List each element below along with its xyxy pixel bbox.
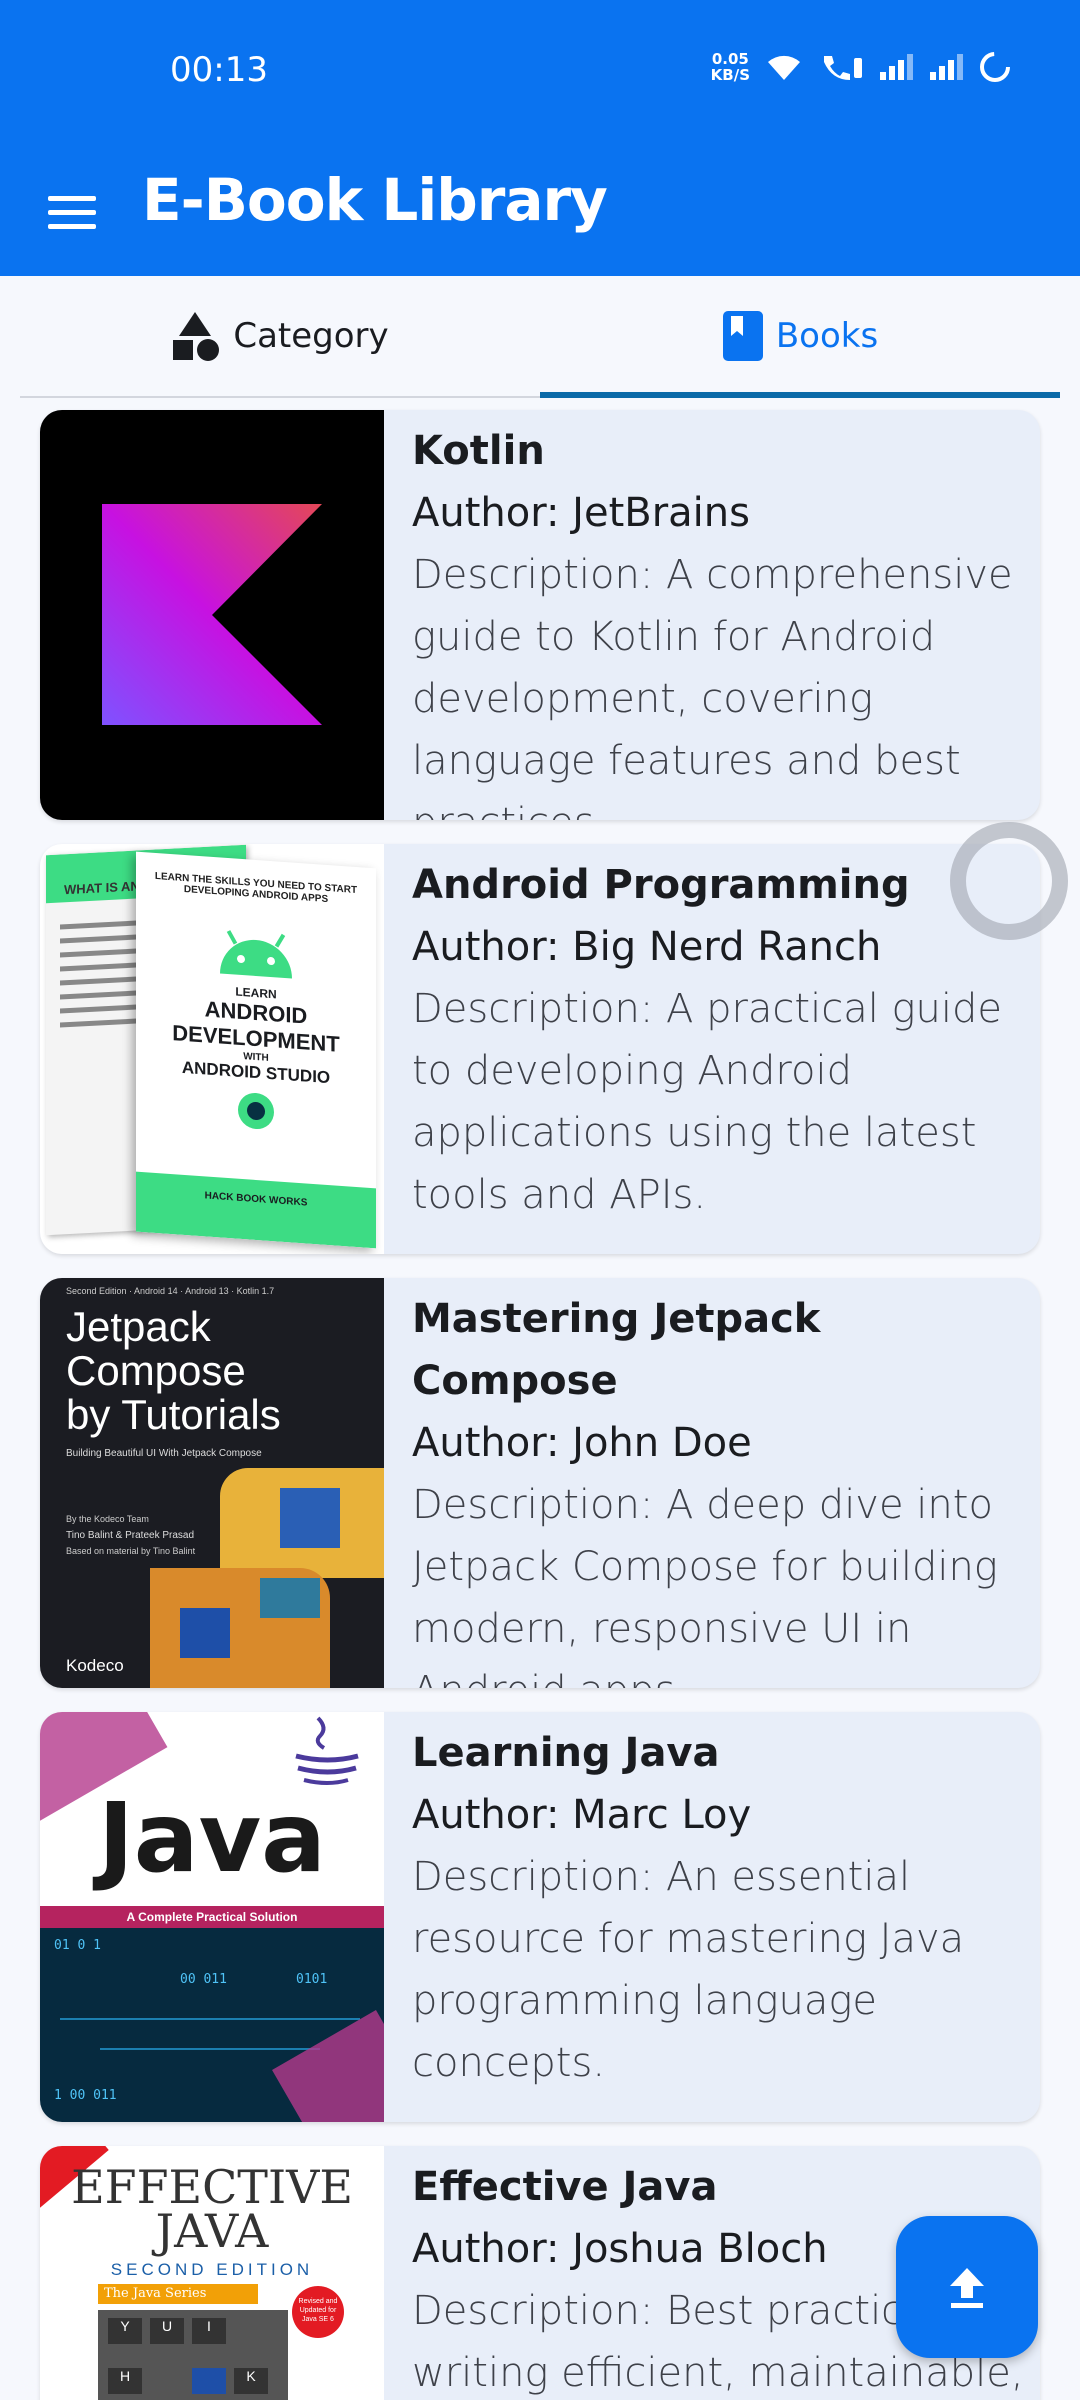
- cover-tagline: A Complete Practical Solution: [126, 1910, 298, 1924]
- cover-authors: By the Kodeco Team: [66, 1514, 149, 1524]
- book-cover-kotlin: [40, 410, 384, 820]
- android-robot-icon: [220, 930, 292, 979]
- cover-badge: Revised and Updated for Java SE 6: [292, 2286, 344, 2338]
- cover-line3: by Tutorials: [66, 1391, 281, 1438]
- book-title: Android Programming: [412, 862, 910, 908]
- book-cover-compose: Second Edition · Android 14 · Android 13…: [40, 1278, 384, 1688]
- book-info: Mastering Jetpack Compose Author: John D…: [412, 1288, 1024, 1688]
- status-icons: 0.05 KB/S: [711, 50, 1012, 84]
- book-author: Author: Big Nerd Ranch: [412, 924, 882, 970]
- cover-circuit: 01 0 1 00 011 0101 1 00 011: [40, 1928, 384, 2122]
- book-author: Author: Marc Loy: [412, 1792, 752, 1838]
- book-title: Kotlin: [412, 428, 545, 474]
- book-card-kotlin[interactable]: Kotlin Author: JetBrains Description: A …: [40, 410, 1040, 820]
- tab-category[interactable]: Category: [20, 276, 540, 396]
- signal-2-icon: [930, 54, 963, 80]
- cover-front-book: LEARN THE SKILLS YOU NEED TO START DEVEL…: [136, 851, 376, 1249]
- upload-fab[interactable]: [896, 2216, 1038, 2358]
- book-card-android[interactable]: WHAT IS AN LEARN THE SKILLS YOU NEED TO …: [40, 844, 1040, 1254]
- battery-icon: [980, 52, 1010, 82]
- book-author: Author: John Doe: [412, 1420, 752, 1466]
- book-description: Description: A comprehensive guide to Ko…: [412, 552, 1013, 820]
- book-cover-java: Java A Complete Practical Solution 01 0 …: [40, 1712, 384, 2122]
- cover-top-text: LEARN THE SKILLS YOU NEED TO START DEVEL…: [154, 870, 358, 906]
- cover-band: A Complete Practical Solution: [40, 1906, 384, 1928]
- app-title: E-Book Library: [142, 166, 608, 234]
- upload-icon: [950, 2268, 984, 2308]
- cover-subtitle: Building Beautiful UI With Jetpack Compo…: [66, 1448, 262, 1459]
- book-author: Author: JetBrains: [412, 490, 750, 536]
- cover-edition: SECOND EDITION: [110, 2260, 314, 2279]
- touch-indicator: [950, 822, 1068, 940]
- cover-line2: Compose: [66, 1347, 246, 1394]
- network-speed: 0.05 KB/S: [710, 50, 750, 84]
- call-icon: [824, 56, 862, 80]
- cover-line2: JAVA: [155, 2204, 269, 2258]
- menu-icon: [48, 195, 96, 201]
- book-title: Mastering Jetpack Compose: [412, 1296, 821, 1404]
- menu-button[interactable]: [36, 176, 108, 248]
- cover-title: Java: [98, 1782, 326, 1894]
- book-description: Description: A practical guide to develo…: [412, 986, 1003, 1218]
- status-time: 00:13: [170, 50, 268, 90]
- book-card-compose[interactable]: Second Edition · Android 14 · Android 13…: [40, 1278, 1040, 1688]
- cover-series: The Java Series: [104, 2286, 207, 2301]
- book-title: Learning Java: [412, 1730, 720, 1776]
- tab-books[interactable]: Books: [540, 276, 1060, 398]
- android-studio-icon: [238, 1092, 274, 1130]
- book-cover-android: WHAT IS AN LEARN THE SKILLS YOU NEED TO …: [40, 844, 384, 1254]
- cover-edition: Second Edition · Android 14 · Android 13…: [66, 1286, 275, 1296]
- book-card-effective-java[interactable]: EFFECTIVE JAVA SECOND EDITION The Java S…: [40, 2146, 1040, 2400]
- book-card-java[interactable]: Java A Complete Practical Solution 01 0 …: [40, 1712, 1040, 2122]
- kotlin-logo: [102, 504, 322, 725]
- book-title: Effective Java: [412, 2164, 718, 2210]
- cover-line1: Jetpack: [66, 1303, 211, 1350]
- book-icon: [722, 311, 763, 361]
- shapes-icon: [173, 312, 220, 361]
- book-cover-effective-java: EFFECTIVE JAVA SECOND EDITION The Java S…: [40, 2146, 384, 2400]
- book-description: Description: A deep dive into Jetpack Co…: [412, 1482, 998, 1688]
- tab-category-label: Category: [233, 316, 389, 356]
- status-bar: 00:13 0.05 KB/S: [0, 0, 1080, 140]
- cover-keyboard: Y U I H K: [98, 2310, 288, 2400]
- book-info: Kotlin Author: JetBrains Description: A …: [412, 420, 1024, 820]
- cover-publisher: HACK BOOK WORKS: [204, 1190, 308, 1209]
- signal-1-icon: [880, 54, 913, 80]
- book-description: Description: An essential resource for m…: [412, 1854, 965, 2086]
- app-bar: E-Book Library: [0, 140, 1080, 276]
- tab-books-label: Books: [775, 316, 879, 356]
- book-info: Learning Java Author: Marc Loy Descripti…: [412, 1722, 1024, 2094]
- tab-bar: Category Books: [20, 276, 1060, 398]
- book-info: Android Programming Author: Big Nerd Ran…: [412, 854, 1024, 1226]
- cover-publisher: Kodeco: [66, 1656, 124, 1675]
- cover-series-band: The Java Series: [98, 2284, 258, 2304]
- wifi-icon: [768, 55, 800, 80]
- java-cup-icon: [295, 1716, 359, 1785]
- cover-artwork: [150, 1468, 384, 1688]
